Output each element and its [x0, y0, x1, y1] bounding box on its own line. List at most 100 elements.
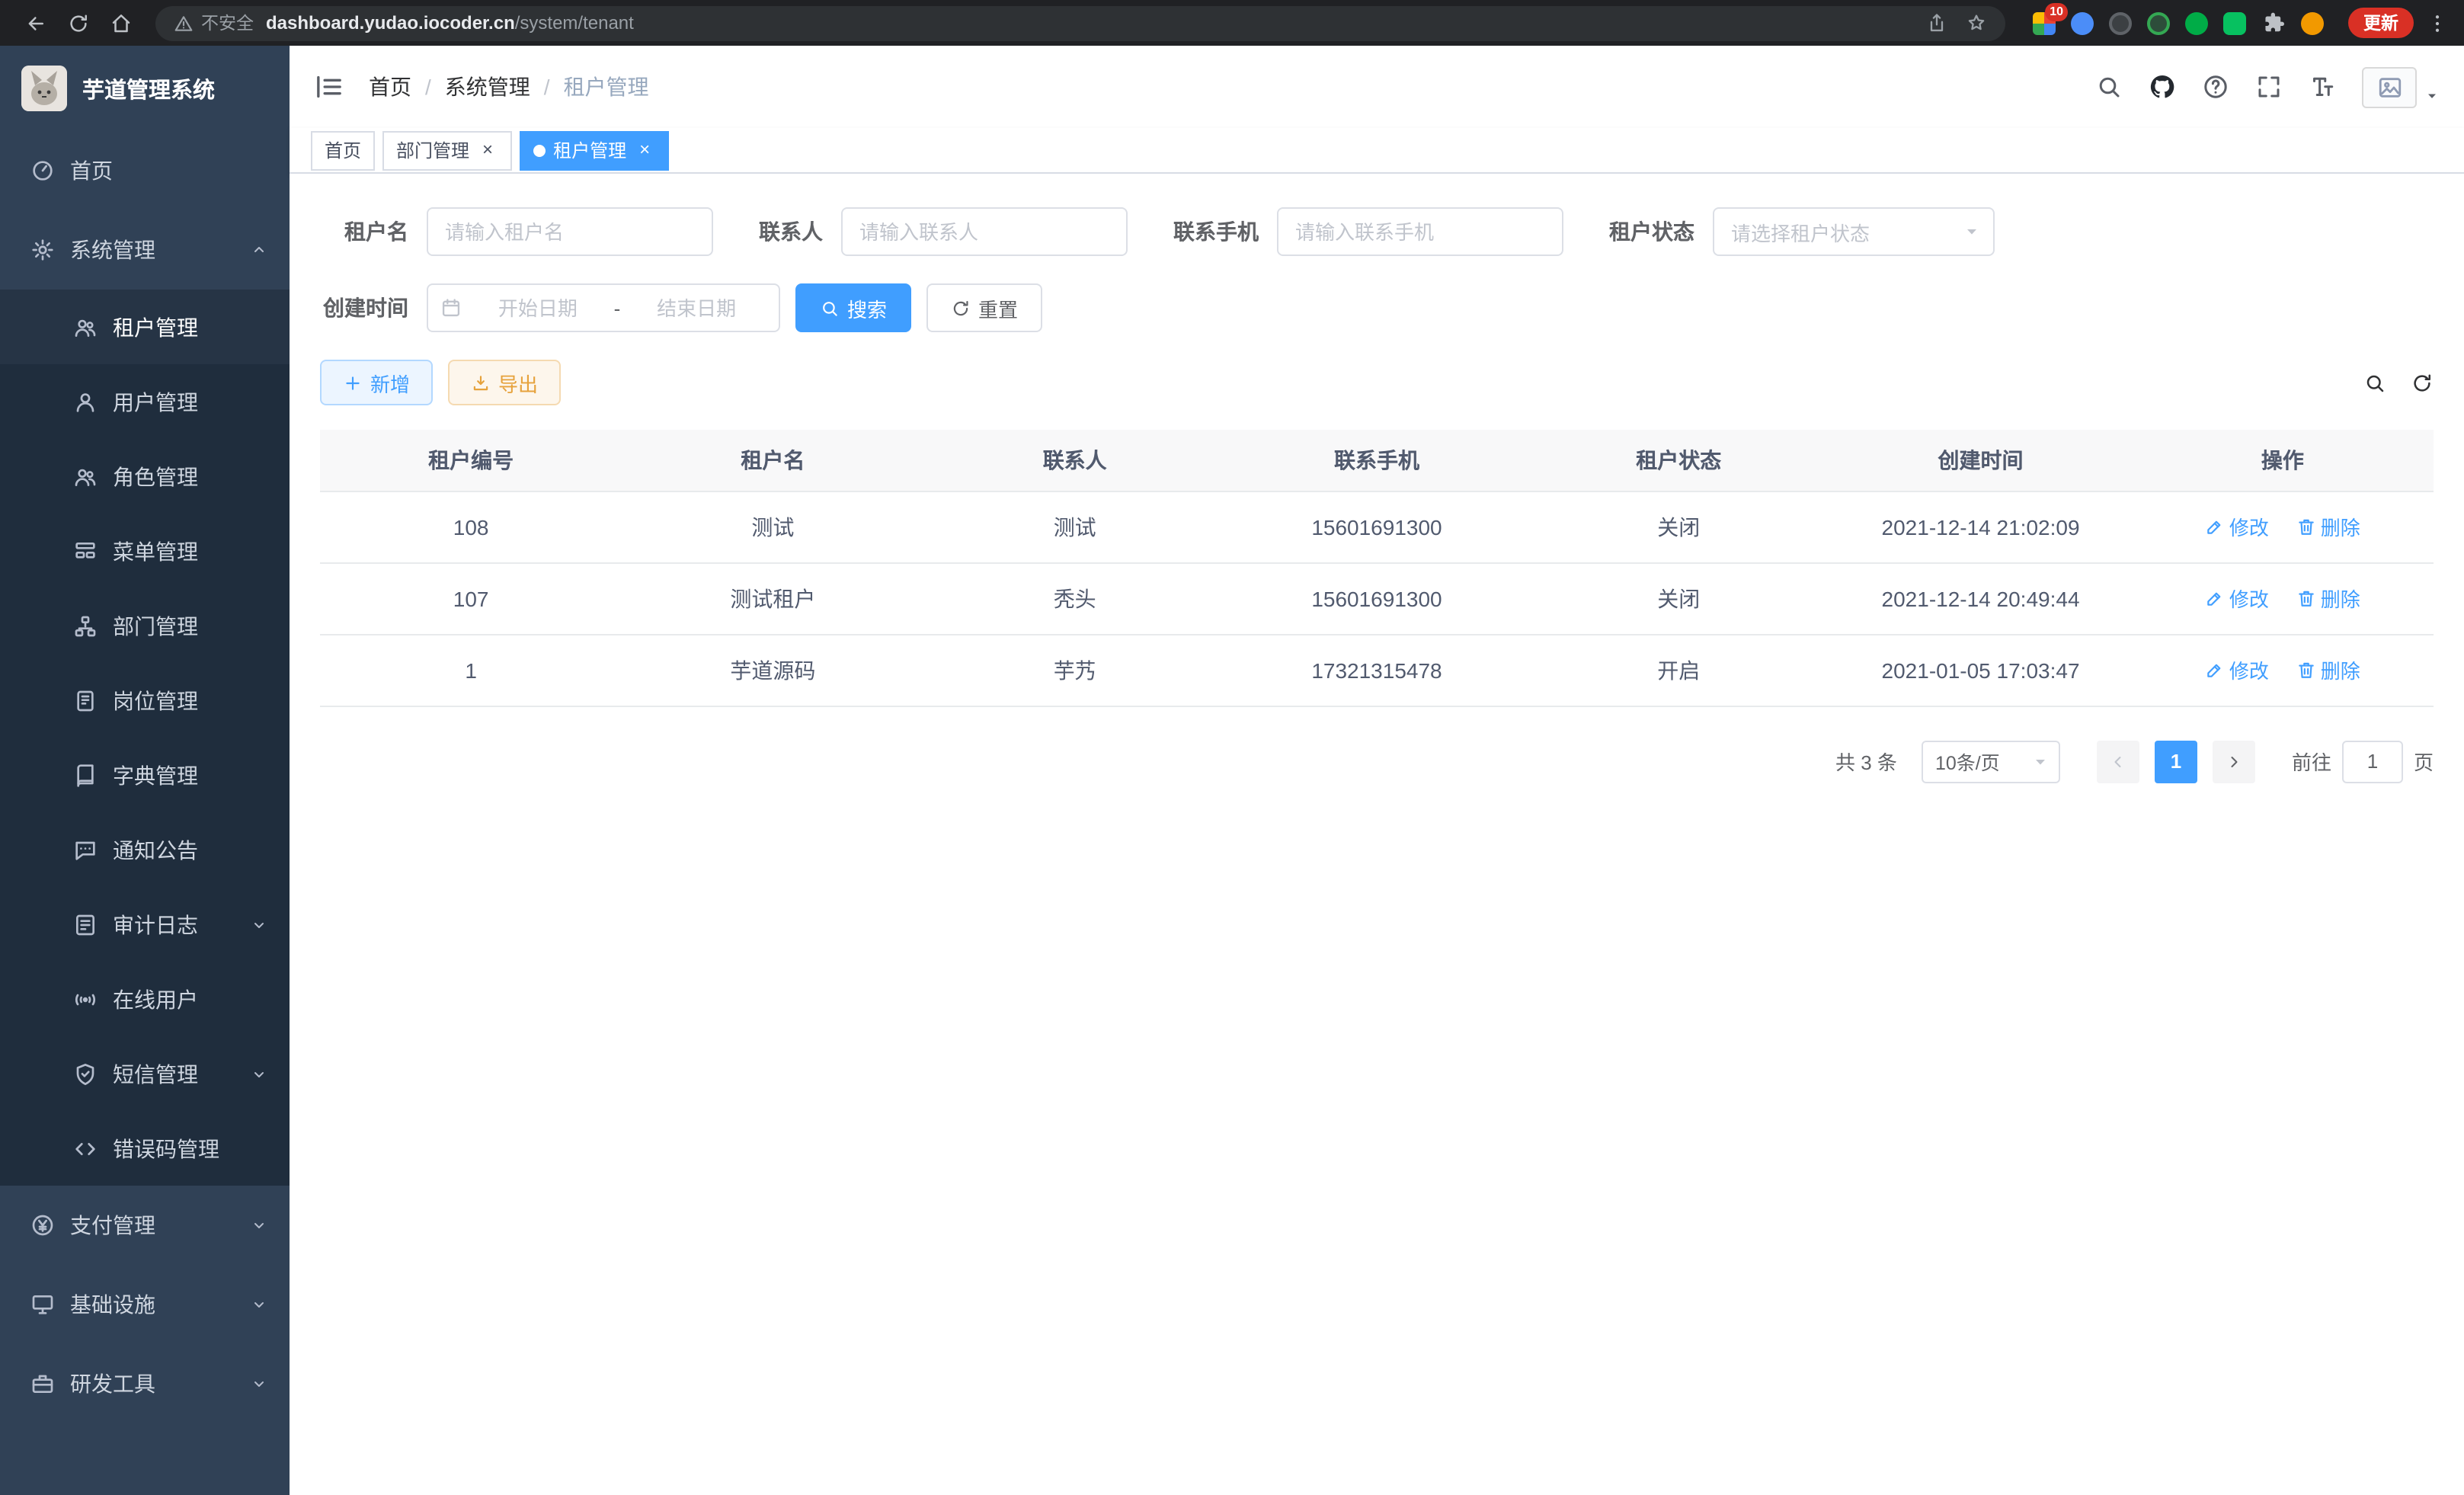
log-icon: [73, 912, 98, 936]
browser-update-button[interactable]: 更新: [2348, 8, 2414, 38]
delete-link[interactable]: 删除: [2296, 584, 2360, 613]
date-end-input[interactable]: [626, 296, 766, 319]
page-content: 租户名 联系人 联系手机 租户状态 请选择租户状态: [290, 174, 2464, 1495]
refresh-table-icon[interactable]: [2411, 371, 2434, 394]
fullscreen-icon[interactable]: [2255, 73, 2283, 101]
logo-row[interactable]: 芋道管理系统: [0, 46, 290, 131]
trash-icon: [2296, 517, 2316, 536]
filter-row-2: 创建时间 - 搜索 重置: [320, 283, 2434, 332]
help-icon[interactable]: [2202, 73, 2229, 101]
user-avatar-dropdown[interactable]: [2362, 66, 2440, 107]
toggle-search-icon[interactable]: [2363, 371, 2386, 394]
tab-close-icon[interactable]: ×: [477, 139, 498, 161]
security-indicator[interactable]: 不安全: [174, 11, 254, 35]
font-size-icon[interactable]: [2309, 73, 2336, 101]
browser-reload-button[interactable]: [58, 3, 98, 43]
tag-view-tab[interactable]: 租户管理 ×: [520, 130, 669, 170]
tab-label: 部门管理: [396, 137, 469, 163]
reset-button[interactable]: 重置: [926, 283, 1042, 332]
add-button-label: 新增: [370, 368, 410, 397]
extension-icon[interactable]: [2109, 11, 2132, 34]
address-bar[interactable]: 不安全 dashboard.yudao.iocoder.cn/system/te…: [155, 5, 2005, 40]
sidebar-menu-item[interactable]: 系统管理: [0, 210, 290, 290]
tenant-name-input[interactable]: [427, 207, 713, 256]
status-select[interactable]: 请选择租户状态: [1713, 207, 1995, 256]
date-start-input[interactable]: [468, 296, 608, 319]
browser-menu-icon[interactable]: [2426, 11, 2449, 34]
sidebar-menu-item[interactable]: 支付管理: [0, 1186, 290, 1265]
breadcrumb-item[interactable]: 系统管理: [411, 72, 530, 102]
delete-link[interactable]: 删除: [2296, 655, 2360, 684]
sidebar-menu-item[interactable]: 研发工具: [0, 1344, 290, 1423]
sidebar-menu-item[interactable]: 字典管理: [0, 738, 290, 812]
cell-tenant-id: 1: [320, 634, 622, 706]
org-tree-icon: [73, 613, 98, 638]
export-button[interactable]: 导出: [448, 360, 561, 405]
sidebar-menu-item[interactable]: 部门管理: [0, 588, 290, 663]
search-button-label: 搜索: [847, 293, 887, 322]
sidebar-menu-item[interactable]: 角色管理: [0, 439, 290, 514]
sidebar-menu-item[interactable]: 租户管理: [0, 290, 290, 364]
extension-icon[interactable]: [2185, 11, 2208, 34]
message-icon: [73, 837, 98, 862]
extension-icon[interactable]: [2147, 11, 2170, 34]
browser-back-button[interactable]: [15, 3, 55, 43]
download-icon: [471, 373, 491, 392]
github-icon[interactable]: [2149, 73, 2176, 101]
share-icon[interactable]: [1926, 12, 1947, 34]
warning-icon: [174, 13, 194, 33]
breadcrumb-item[interactable]: 租户管理: [530, 72, 649, 102]
menu-item-label: 短信管理: [113, 1058, 250, 1089]
edit-label: 修改: [2229, 584, 2269, 613]
money-icon: [30, 1213, 55, 1237]
tab-close-icon[interactable]: ×: [634, 139, 655, 161]
edit-link[interactable]: 修改: [2205, 584, 2269, 613]
page-size-select[interactable]: 10条/页: [1922, 740, 2060, 783]
bookmark-star-icon[interactable]: [1966, 12, 1987, 34]
edit-link[interactable]: 修改: [2205, 512, 2269, 541]
next-page-button[interactable]: [2213, 740, 2255, 783]
omnibox-actions: [1926, 12, 1987, 34]
search-button[interactable]: 搜索: [795, 283, 911, 332]
page-number-1[interactable]: 1: [2155, 740, 2197, 783]
sidebar-menu-item[interactable]: 在线用户: [0, 962, 290, 1036]
profile-avatar[interactable]: [2301, 11, 2324, 34]
edit-link[interactable]: 修改: [2205, 655, 2269, 684]
user-icon: [73, 389, 98, 414]
sidebar-menu-item[interactable]: 短信管理: [0, 1036, 290, 1111]
sidebar-menu-item[interactable]: 错误码管理: [0, 1111, 290, 1186]
breadcrumb-item[interactable]: 首页: [369, 72, 411, 102]
prev-page-button[interactable]: [2097, 740, 2139, 783]
sidebar-menu-item[interactable]: 审计日志: [0, 887, 290, 962]
role-icon: [73, 464, 98, 488]
menu-item-label: 系统管理: [70, 235, 250, 265]
delete-link[interactable]: 删除: [2296, 512, 2360, 541]
cell-tenant-name: 芋道源码: [622, 634, 923, 706]
tag-view-tab[interactable]: 首页: [311, 130, 375, 170]
sidebar-collapse-icon[interactable]: [314, 72, 344, 102]
tags-view-bar: 首页 部门管理 × 租户管理 ×: [290, 128, 2464, 174]
extension-icon[interactable]: [2223, 11, 2246, 34]
sidebar-menu-item[interactable]: 首页: [0, 131, 290, 210]
sidebar-menu-item[interactable]: 菜单管理: [0, 514, 290, 588]
contact-input[interactable]: [841, 207, 1128, 256]
goto-page-input[interactable]: [2342, 740, 2403, 783]
sidebar-menu-item[interactable]: 用户管理: [0, 364, 290, 439]
extension-icon[interactable]: 10: [2033, 11, 2056, 34]
sidebar-menu-item[interactable]: 基础设施: [0, 1265, 290, 1344]
extensions-puzzle-icon[interactable]: [2261, 11, 2286, 35]
date-range-picker[interactable]: -: [427, 283, 780, 332]
cell-created: 2021-12-14 20:49:44: [1829, 562, 2131, 634]
extension-icon[interactable]: [2071, 11, 2094, 34]
menu-item-label: 错误码管理: [113, 1133, 268, 1164]
tag-view-tab[interactable]: 部门管理 ×: [382, 130, 512, 170]
sidebar-menu-item[interactable]: 岗位管理: [0, 663, 290, 738]
add-button[interactable]: 新增: [320, 360, 433, 405]
sidebar-menu-item[interactable]: 通知公告: [0, 812, 290, 887]
browser-home-button[interactable]: [101, 3, 140, 43]
table-row: 107 测试租户 秃头 15601691300 关闭 2021-12-14 20…: [320, 562, 2434, 634]
home-icon: [109, 11, 132, 34]
filter-contact: 联系人: [759, 207, 1128, 256]
phone-input[interactable]: [1277, 207, 1563, 256]
header-search-icon[interactable]: [2095, 73, 2123, 101]
